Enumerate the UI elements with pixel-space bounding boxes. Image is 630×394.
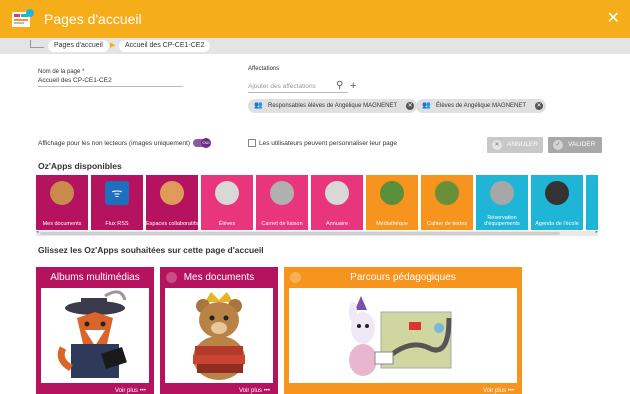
chip-eleves: 👥 Élèves de Angélique MAGNENET ✕	[416, 99, 547, 113]
dropzone-title: Glissez les Oz'Apps souhaitées sur cette…	[38, 245, 264, 255]
tile-carnet-de-liaison[interactable]: Carnet de liaison	[256, 175, 308, 230]
tile-agenda-ecole[interactable]: Agenda de l'école	[531, 175, 583, 230]
page-name-input[interactable]: Accueil des CP-CE1-CE2	[38, 77, 112, 84]
card-parcours-pedagogiques[interactable]: Parcours pédagogiques Voir plus •••	[284, 267, 522, 394]
remove-chip-icon[interactable]: ✕	[535, 102, 544, 110]
scroll-left-icon[interactable]: ◂	[36, 229, 39, 235]
scroll-right-icon[interactable]: ▸	[595, 229, 598, 235]
validate-button[interactable]: ✓ VALIDER	[548, 137, 602, 153]
affectations-input[interactable]: Ajouter des affectations	[248, 83, 316, 90]
bear-icon	[50, 181, 74, 205]
people-icon: 👥	[254, 102, 263, 109]
card-title: Mes documents	[183, 272, 255, 283]
panda-icon	[545, 181, 569, 205]
check-icon: ✓	[553, 140, 563, 150]
tile-reservation-equipements[interactable]: Réservation d'équipements	[476, 175, 528, 230]
tile-partial[interactable]	[586, 175, 598, 230]
crocodile-icon	[435, 181, 459, 205]
card-albums-multimedias[interactable]: Albums multimédias Voir plus •••	[36, 267, 154, 394]
chip-label: Responsables élèves de Angélique MAGNENE…	[268, 103, 398, 109]
tile-eleves[interactable]: Élèves	[201, 175, 253, 230]
affectations-underline	[248, 92, 348, 93]
breadcrumb-separator-icon: ▶	[110, 42, 116, 49]
chip-label: Élèves de Angélique MAGNENET	[436, 103, 527, 109]
tile-cahier-de-textes[interactable]: Cahier de textes	[421, 175, 473, 230]
add-affectation-icon[interactable]: +	[350, 80, 356, 92]
card-illustration	[289, 288, 517, 383]
card-title: Albums multimédias	[50, 272, 140, 283]
title-bar: Pages d'accueil ✕	[0, 0, 630, 38]
card-mes-documents[interactable]: Mes documents Voir plus •••	[160, 267, 278, 394]
scrollbar-thumb[interactable]	[40, 232, 560, 235]
elephant-icon	[215, 181, 239, 205]
card-more-link[interactable]: Voir plus •••	[483, 388, 514, 394]
close-icon[interactable]: ✕	[607, 8, 620, 28]
rabbit-map-icon	[349, 296, 452, 376]
cancel-button[interactable]: ✕ ANNULER	[487, 137, 543, 153]
tile-mediatheque[interactable]: Médiathèque	[366, 175, 418, 230]
tile-espaces-collaboratifs[interactable]: Espaces collaboratifs	[146, 175, 198, 230]
group-icon	[160, 181, 184, 205]
apps-section-title: Oz'Apps disponibles	[38, 161, 122, 171]
non-readers-label: Affichage pour les non lecteurs (images …	[38, 140, 190, 147]
people-icon: 👥	[422, 102, 431, 109]
tile-flux-rss[interactable]: ᯤ Flux RSS	[91, 175, 143, 230]
apps-strip: Mes documents ᯤ Flux RSS Espaces collabo…	[36, 175, 598, 231]
affectations-label: Affectations	[248, 66, 280, 72]
media-icon	[380, 181, 404, 205]
non-readers-toggle[interactable]: OUI	[193, 138, 211, 148]
search-icon[interactable]: ⚲	[336, 80, 343, 91]
remove-chip-icon[interactable]: ✕	[406, 102, 415, 110]
customize-checkbox[interactable]	[248, 139, 256, 147]
elephant-book-icon	[325, 181, 349, 205]
toggle-knob: OUI	[201, 138, 211, 148]
card-more-link[interactable]: Voir plus •••	[239, 388, 270, 394]
card-illustration	[41, 288, 149, 383]
rss-icon: ᯤ	[105, 181, 129, 205]
card-illustration	[165, 288, 273, 383]
card-more-link[interactable]: Voir plus •••	[115, 388, 146, 394]
card-title: Parcours pédagogiques	[350, 272, 456, 283]
tile-annuaire[interactable]: Annuaire	[311, 175, 363, 230]
fox-musketeer-icon	[57, 290, 127, 378]
tile-mes-documents[interactable]: Mes documents	[36, 175, 88, 230]
breadcrumb-item-pages[interactable]: Pages d'accueil	[48, 40, 109, 52]
hippo-icon	[490, 181, 514, 205]
apps-scrollbar[interactable]: ◂ ▸	[36, 229, 598, 236]
mouse-icon	[270, 181, 294, 205]
customize-label: Les utilisateurs peuvent personnaliser l…	[259, 140, 398, 147]
breadcrumb-item-current: Accueil des CP-CE1-CE2	[119, 40, 211, 52]
cancel-icon: ✕	[492, 140, 502, 150]
window-title: Pages d'accueil	[44, 11, 142, 27]
breadcrumb-tree-line	[30, 40, 44, 48]
chip-responsables: 👥 Responsables élèves de Angélique MAGNE…	[248, 99, 418, 113]
page-name-label: Nom de la page *	[38, 69, 85, 75]
pages-app-icon	[12, 9, 34, 29]
bear-books-icon	[193, 292, 245, 380]
page-name-underline	[38, 86, 183, 87]
